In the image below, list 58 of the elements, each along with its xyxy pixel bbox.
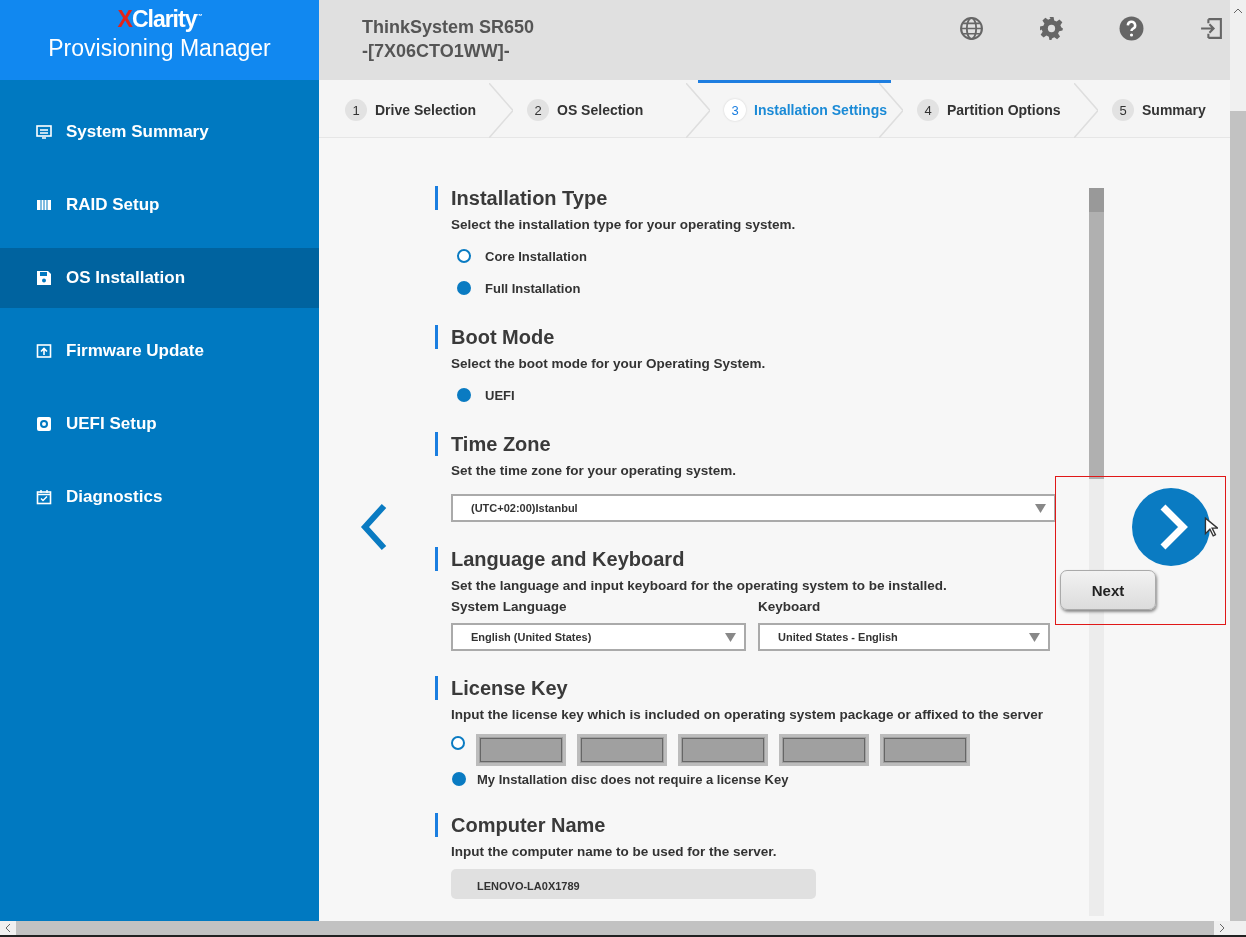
license-key-field[interactable] (779, 734, 869, 766)
radio-button[interactable] (457, 281, 471, 295)
step-tab[interactable]: 4 Partition Options (891, 80, 1086, 137)
step-tab[interactable]: 1 Drive Selection (319, 80, 501, 137)
brand-logo: XClarity$^{™}$ (117, 4, 202, 33)
monitor-icon (35, 124, 53, 140)
section-description: Select the installation type for your operating system. (450, 216, 797, 234)
help-icon[interactable] (1119, 16, 1144, 41)
radio-label[interactable]: My Installation disc does not require a license Key (477, 771, 789, 787)
section-description: Select the boot mode for your Operating System. (450, 355, 767, 373)
sidebar-item[interactable]: RAID Setup (0, 175, 319, 235)
radio-button[interactable] (457, 388, 471, 402)
section-description: Set the time zone for your operating system. (450, 462, 738, 480)
upload-icon (35, 343, 53, 359)
calendar-icon (35, 489, 53, 505)
sidebar-item[interactable]: UEFI Setup (0, 394, 319, 454)
radio-label[interactable]: UEFI (485, 387, 515, 403)
license-key-field[interactable] (476, 734, 566, 766)
license-key-field[interactable] (678, 734, 768, 766)
sidebar-item[interactable]: Diagnostics (0, 467, 319, 527)
sidebar-item[interactable]: OS Installation (0, 248, 319, 308)
step-tab[interactable]: 2 OS Selection (501, 80, 698, 137)
radio-button[interactable] (457, 249, 471, 263)
sidebar-item[interactable]: Firmware Update (0, 321, 319, 381)
exit-icon[interactable] (1199, 16, 1224, 41)
caret-icon (1035, 504, 1046, 513)
next-button[interactable]: Next (1060, 570, 1156, 610)
bars-icon (35, 197, 53, 213)
license-key-field[interactable] (880, 734, 970, 766)
section-description: Input the computer name to be used for the server. (450, 843, 778, 861)
step-tab[interactable]: 5 Summary (1086, 80, 1230, 137)
product-name: Provisioning Manager (48, 33, 271, 63)
field-label: System Language (451, 599, 568, 614)
radio-label[interactable]: Core Installation (485, 248, 587, 264)
caret-icon (725, 633, 736, 642)
settings-icon[interactable] (1039, 16, 1064, 41)
time-zone-dropdown[interactable]: (UTC+02:00)Istanbul (451, 494, 1056, 522)
radio-button[interactable] (451, 736, 465, 750)
scroll-right-icon[interactable] (1219, 923, 1225, 933)
radio-label[interactable]: Full Installation (485, 280, 581, 296)
mouse-cursor-icon (1204, 516, 1218, 537)
next-arrow-button[interactable] (1132, 487, 1210, 566)
caret-icon (1029, 633, 1040, 642)
scroll-left-icon[interactable] (5, 923, 11, 933)
section-description: Input the license key which is included on operating system package or affixed to the server (450, 706, 1044, 724)
server-title: ThinkSystem SR650 (362, 16, 535, 39)
dropdown[interactable]: United States - English (758, 623, 1050, 651)
section-description: Set the language and input keyboard for the operating system to be installed. (450, 577, 948, 595)
dropdown[interactable]: English (United States) (451, 623, 746, 651)
server-model: -[7X06CTO1WW]- (362, 40, 511, 63)
radio-button[interactable] (452, 772, 466, 786)
scrollbar-thumb[interactable] (1089, 188, 1104, 479)
field-label: Keyboard (758, 599, 822, 614)
computer-name-field[interactable]: LENOVO-LA0X1789 (451, 869, 816, 899)
sidebar-item[interactable]: System Summary (0, 102, 319, 162)
license-key-field[interactable] (577, 734, 667, 766)
globe-icon[interactable] (959, 16, 984, 41)
scroll-up-icon[interactable] (1233, 8, 1243, 14)
